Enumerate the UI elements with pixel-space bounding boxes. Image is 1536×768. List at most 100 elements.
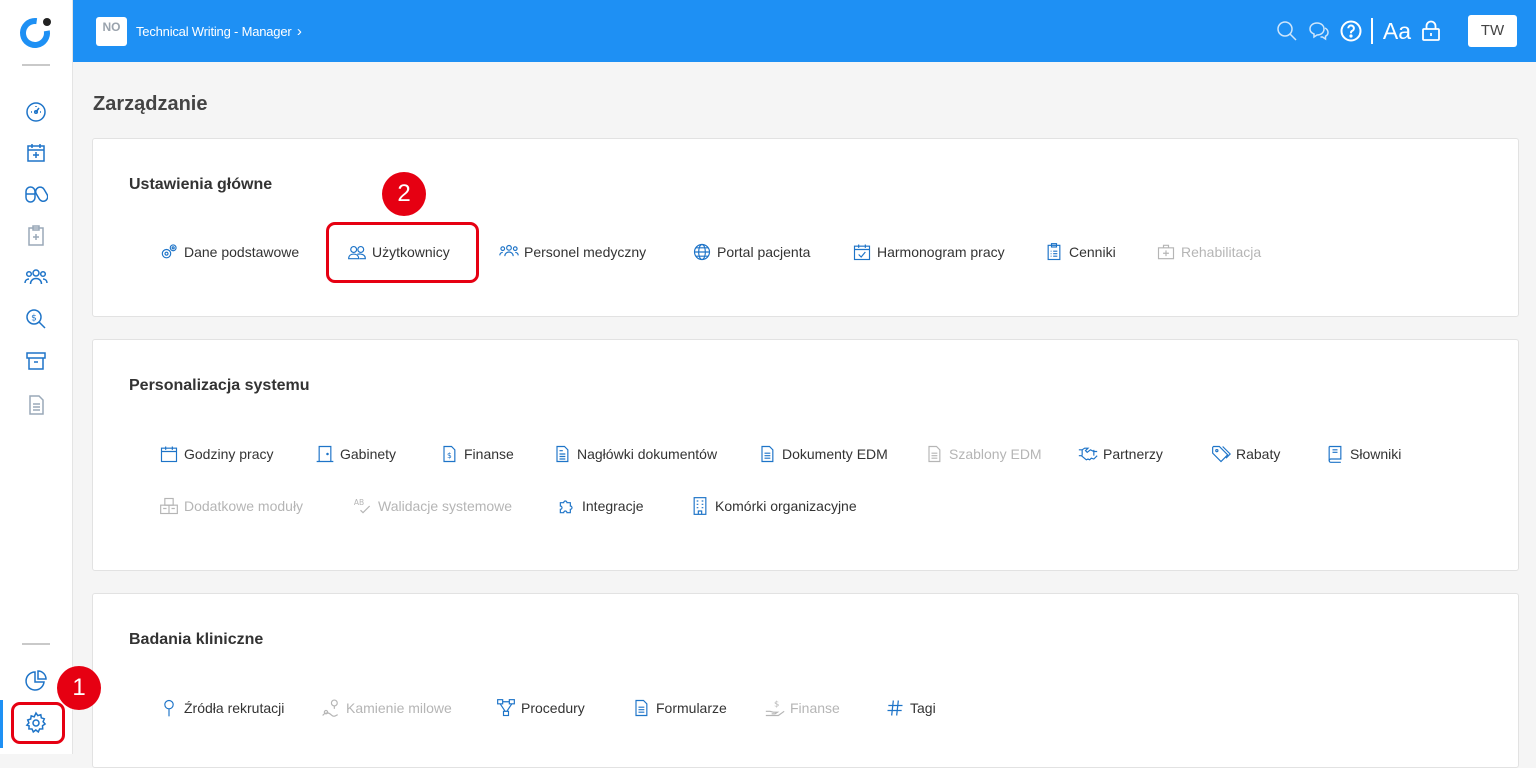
font-size-icon[interactable]: Aa <box>1381 17 1413 45</box>
medical-case-icon <box>1157 244 1175 260</box>
item-label: Godziny pracy <box>184 446 274 462</box>
dashboard-icon[interactable] <box>24 99 48 123</box>
item-portal-pacjenta[interactable]: Portal pacjenta <box>692 242 810 262</box>
item-label: Formularze <box>656 700 727 716</box>
item-label: Walidacje systemowe <box>378 498 513 514</box>
item-procedury[interactable]: Procedury <box>496 698 585 718</box>
calendar-add-icon[interactable] <box>24 141 48 165</box>
app-logo-icon[interactable] <box>18 14 54 50</box>
item-rehabilitacja: Rehabilitacja <box>1156 242 1261 262</box>
section-title: Badania kliniczne <box>129 631 264 648</box>
item-slowniki[interactable]: Słowniki <box>1325 444 1401 464</box>
item-partnerzy[interactable]: Partnerzy <box>1078 444 1163 464</box>
calendar-check-icon <box>853 244 871 261</box>
ab-check-icon: AB <box>354 498 371 514</box>
item-tagi[interactable]: Tagi <box>885 698 936 718</box>
dollar-file-icon: $ <box>443 445 456 463</box>
tags-icon <box>1212 445 1231 463</box>
document-icon[interactable] <box>24 393 48 417</box>
help-icon[interactable] <box>1337 17 1365 45</box>
price-list-icon <box>1047 243 1061 261</box>
item-szablony-edm: Szablony EDM <box>924 444 1042 464</box>
hash-icon <box>887 700 903 716</box>
pin-icon <box>164 699 174 717</box>
flow-icon <box>497 699 515 717</box>
item-label: Słowniki <box>1350 446 1402 462</box>
milestone-icon <box>322 699 338 717</box>
hand-dollar-icon: $ <box>765 698 785 717</box>
item-label: Integracje <box>582 498 644 514</box>
active-indicator <box>0 700 3 748</box>
form-icon <box>635 699 648 717</box>
puzzle-icon <box>559 500 573 514</box>
svg-text:AB: AB <box>354 498 364 507</box>
chat-icon[interactable] <box>1305 17 1333 45</box>
breadcrumb[interactable]: Technical Writing - Manager › <box>136 23 302 40</box>
svg-text:$: $ <box>447 451 452 460</box>
divider <box>1370 18 1373 44</box>
item-harmonogram-pracy[interactable]: Harmonogram pracy <box>852 242 1005 262</box>
sidebar: $ <box>0 0 73 754</box>
item-kamienie-milowe: Kamienie milowe <box>321 698 452 718</box>
section-personalization: Personalizacja systemu Godziny pracy Gab… <box>92 339 1519 571</box>
users-icon[interactable] <box>24 265 48 289</box>
file-template-icon <box>928 445 941 463</box>
item-label: Dokumenty EDM <box>782 446 888 462</box>
item-dodatkowe-moduly: Dodatkowe moduły <box>159 496 303 516</box>
pie-chart-icon[interactable] <box>24 669 48 693</box>
item-label: Kamienie milowe <box>346 700 452 716</box>
item-cenniki[interactable]: Cenniki <box>1044 242 1116 262</box>
item-zrodla-rekrutacji[interactable]: Źródła rekrutacji <box>159 698 284 718</box>
item-personel-medyczny[interactable]: Personel medyczny <box>499 242 646 262</box>
chevron-right-icon: › <box>296 23 302 40</box>
item-walidacje-systemowe: AB Walidacje systemowe <box>353 496 512 516</box>
item-komorki-organizacyjne[interactable]: Komórki organizacyjne <box>690 496 857 516</box>
group-icon <box>499 244 519 257</box>
gears-icon <box>161 244 177 259</box>
item-label: Rabaty <box>1236 446 1281 462</box>
org-badge-label: NO <box>102 20 121 34</box>
item-integracje[interactable]: Integracje <box>557 496 643 516</box>
step-badge-1: 1 <box>57 666 101 710</box>
item-label: Finanse <box>464 446 514 462</box>
pills-icon[interactable] <box>24 182 49 206</box>
item-gabinety[interactable]: Gabinety <box>315 444 396 464</box>
section-title: Ustawienia główne <box>129 176 273 193</box>
item-label: Cenniki <box>1069 244 1116 260</box>
item-finanse[interactable]: $ Finanse <box>439 444 514 464</box>
book-icon <box>1328 445 1342 463</box>
item-label: Źródła rekrutacji <box>184 700 285 716</box>
item-dokumenty-edm[interactable]: Dokumenty EDM <box>757 444 888 464</box>
item-finanse-clinical: $ Finanse <box>765 698 840 718</box>
org-badge[interactable]: NO <box>96 17 127 46</box>
lock-icon[interactable] <box>1417 17 1445 45</box>
door-icon <box>316 445 334 463</box>
search-dollar-icon[interactable]: $ <box>24 307 48 331</box>
breadcrumb-label: Technical Writing - Manager <box>136 24 292 39</box>
item-formularze[interactable]: Formularze <box>631 698 727 718</box>
modules-icon <box>160 497 178 515</box>
svg-text:$: $ <box>31 314 37 324</box>
archive-icon[interactable] <box>24 349 48 373</box>
medical-clipboard-icon[interactable] <box>24 224 48 248</box>
item-label: Komórki organizacyjne <box>715 498 857 514</box>
user-avatar[interactable]: TW <box>1468 15 1517 47</box>
section-clinical-trials: Badania kliniczne Źródła rekrutacji Kami… <box>92 593 1519 768</box>
item-label: Nagłówki dokumentów <box>577 446 718 462</box>
item-label: Procedury <box>521 700 585 716</box>
top-bar: NO Technical Writing - Manager › Aa TW <box>73 0 1536 62</box>
item-naglowki-dokumentow[interactable]: Nagłówki dokumentów <box>552 444 717 464</box>
item-dane-podstawowe[interactable]: Dane podstawowe <box>159 242 299 262</box>
item-label: Rehabilitacja <box>1181 244 1262 260</box>
page-title: Zarządzanie <box>93 93 208 115</box>
building-icon <box>693 497 707 515</box>
item-godziny-pracy[interactable]: Godziny pracy <box>159 444 273 464</box>
highlight-box-uzytkownicy <box>326 222 479 283</box>
item-rabaty[interactable]: Rabaty <box>1211 444 1280 464</box>
sidebar-divider <box>22 643 50 645</box>
item-label: Partnerzy <box>1103 446 1163 462</box>
search-icon[interactable] <box>1273 17 1301 45</box>
svg-text:$: $ <box>774 698 779 708</box>
item-label: Portal pacjenta <box>717 244 811 260</box>
globe-icon <box>693 243 711 261</box>
